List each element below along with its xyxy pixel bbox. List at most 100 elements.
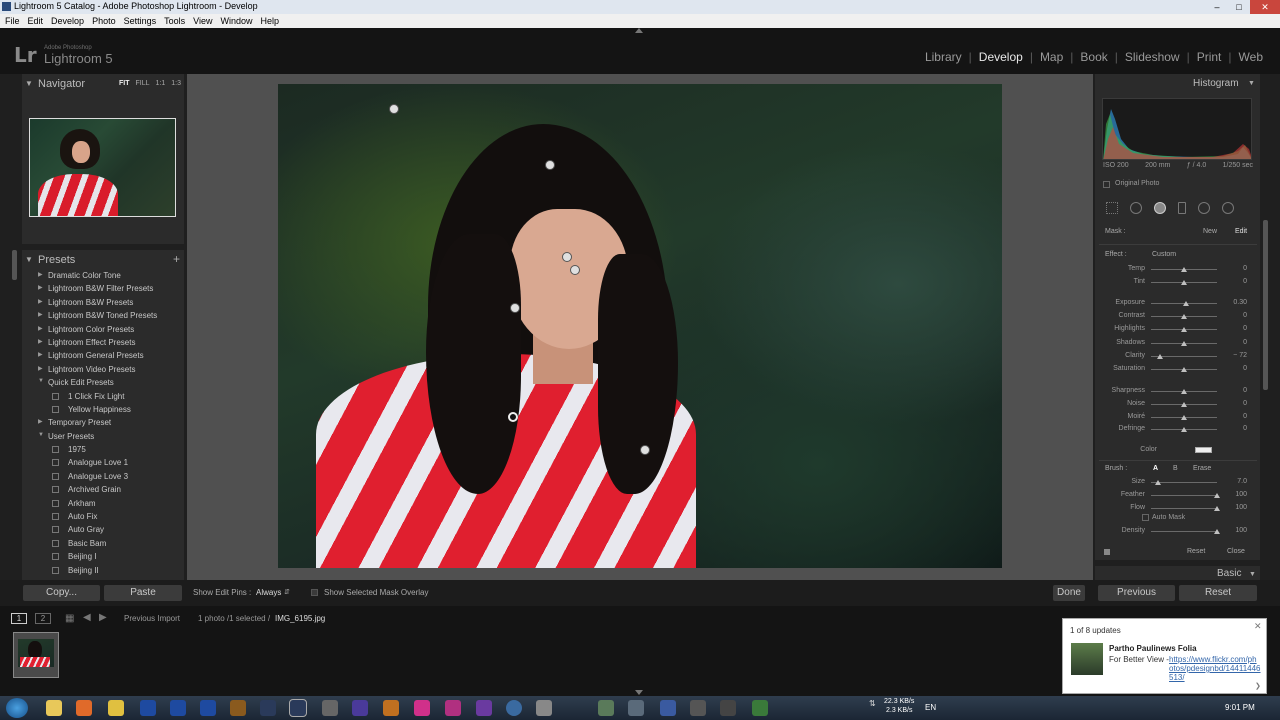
exposure-value[interactable]: 0.30 (1227, 299, 1247, 306)
brush-erase-button[interactable]: Erase (1193, 465, 1211, 472)
selected-edit-pin[interactable] (508, 412, 518, 422)
brush-b-button[interactable]: B (1173, 465, 1178, 472)
notification-close-icon[interactable]: ✕ (1254, 621, 1262, 632)
edit-pin[interactable] (570, 265, 580, 275)
collapsed-triangle-icon[interactable]: ▶ (38, 298, 43, 305)
module-map[interactable]: Map (1033, 50, 1070, 64)
paste-button[interactable]: Paste (104, 585, 182, 601)
collapsed-triangle-icon[interactable]: ▶ (38, 351, 43, 358)
flow-value[interactable]: 100 (1227, 504, 1247, 511)
collapsed-triangle-icon[interactable]: ▶ (38, 311, 43, 318)
language-indicator[interactable]: EN (925, 703, 936, 712)
preset-item[interactable]: Analogue Love 1 (22, 456, 184, 469)
basic-panel-title[interactable]: Basic (1217, 568, 1241, 579)
menu-help[interactable]: Help (261, 14, 280, 28)
mask-overlay-checkbox[interactable] (311, 589, 318, 596)
effect-preset-select[interactable]: Custom (1152, 251, 1176, 258)
edit-pin[interactable] (510, 303, 520, 313)
maximize-button[interactable]: □ (1228, 0, 1250, 14)
collapsed-triangle-icon[interactable]: ▶ (38, 338, 43, 345)
add-preset-icon[interactable]: + (173, 252, 180, 266)
back-arrow-icon[interactable]: ◀ (83, 612, 91, 623)
app-icon[interactable] (752, 700, 768, 716)
forward-arrow-icon[interactable]: ▶ (99, 612, 107, 623)
defringe-value[interactable]: 0 (1227, 425, 1247, 432)
main-photo[interactable] (278, 84, 1002, 568)
temp-value[interactable]: 0 (1227, 265, 1247, 272)
filename-label[interactable]: IMG_6195.jpg (275, 614, 325, 623)
brush-reset-button[interactable]: Reset (1187, 548, 1205, 555)
zoom-1-3[interactable]: 1:3 (171, 80, 181, 87)
noise-value[interactable]: 0 (1227, 400, 1247, 407)
menu-settings[interactable]: Settings (124, 14, 157, 28)
preset-folder[interactable]: ▶ Lightroom Video Presets (22, 363, 184, 376)
density-slider-track[interactable] (1151, 531, 1217, 532)
top-panel-toggle-icon[interactable] (635, 28, 643, 33)
module-slideshow[interactable]: Slideshow (1118, 50, 1187, 64)
preset-folder[interactable]: ▶ Lightroom B&W Filter Presets (22, 282, 184, 295)
copy-button[interactable]: Copy... (23, 585, 100, 601)
saturation-value[interactable]: 0 (1227, 365, 1247, 372)
contrast-slider-thumb[interactable] (1181, 314, 1187, 319)
highlights-slider-thumb[interactable] (1181, 327, 1187, 332)
app-icon[interactable] (628, 700, 644, 716)
expanded-triangle-icon[interactable]: ▼ (38, 432, 44, 438)
collapse-triangle-icon[interactable]: ▼ (1249, 571, 1256, 578)
filmstrip-toggle-icon[interactable] (635, 690, 643, 695)
collapsed-triangle-icon[interactable]: ▶ (38, 365, 43, 372)
menu-view[interactable]: View (193, 14, 212, 28)
preset-item[interactable]: Beijing II (22, 564, 184, 577)
app-icon[interactable] (506, 700, 522, 716)
preset-item[interactable]: Analogue Love 3 (22, 470, 184, 483)
photoshop-icon[interactable] (140, 700, 156, 716)
crop-tool-icon[interactable] (1106, 202, 1118, 214)
preset-folder[interactable]: ▶ Temporary Preset (22, 416, 184, 429)
exposure-slider-thumb[interactable] (1182, 301, 1189, 306)
collapse-triangle-icon[interactable]: ▼ (1248, 80, 1255, 87)
histogram-graph[interactable] (1102, 98, 1252, 160)
menu-window[interactable]: Window (221, 14, 253, 28)
preset-folder[interactable]: ▶ Lightroom B&W Toned Presets (22, 309, 184, 322)
graduated-filter-icon[interactable] (1178, 202, 1186, 214)
highlights-value[interactable]: 0 (1227, 325, 1247, 332)
view-1-button[interactable]: 1 (11, 613, 27, 624)
lightroom-active-icon[interactable] (289, 699, 307, 717)
next-arrow-icon[interactable]: ❯ (1255, 682, 1261, 690)
density-value[interactable]: 100 (1227, 527, 1247, 534)
color-swatch[interactable] (1195, 447, 1212, 453)
adjustment-brush-icon[interactable] (1222, 202, 1234, 214)
sharpness-slider-thumb[interactable] (1181, 389, 1187, 394)
menu-develop[interactable]: Develop (51, 14, 84, 28)
menu-tools[interactable]: Tools (164, 14, 185, 28)
feather-slider-thumb[interactable] (1214, 493, 1220, 498)
view-2-button[interactable]: 2 (35, 613, 51, 624)
module-print[interactable]: Print (1190, 50, 1229, 64)
tint-slider-thumb[interactable] (1181, 280, 1187, 285)
defringe-slider-thumb[interactable] (1181, 427, 1187, 432)
notification-link[interactable]: https://www.flickr.com/photos/pdesignbd/… (1169, 655, 1261, 682)
collapsed-triangle-icon[interactable]: ▶ (38, 325, 43, 332)
feather-slider-track[interactable] (1151, 495, 1217, 496)
edit-pin[interactable] (640, 445, 650, 455)
app-icon[interactable] (720, 700, 736, 716)
preset-item[interactable]: Auto Gray (22, 523, 184, 536)
module-develop[interactable]: Develop (972, 50, 1030, 64)
done-button[interactable]: Done (1053, 585, 1085, 601)
zoom-1-1[interactable]: 1:1 (156, 80, 166, 87)
preset-item[interactable]: Archived Grain (22, 483, 184, 496)
bridge-icon[interactable] (230, 700, 246, 716)
firefox-icon[interactable] (76, 700, 92, 716)
saturation-slider-thumb[interactable] (1181, 367, 1187, 372)
noise-slider-thumb[interactable] (1181, 402, 1187, 407)
photoshop-icon[interactable] (200, 700, 216, 716)
brush-close-button[interactable]: Close (1227, 548, 1245, 555)
clarity-slider-thumb[interactable] (1157, 354, 1164, 359)
reset-button[interactable]: Reset (1179, 585, 1257, 601)
radial-filter-icon[interactable] (1198, 202, 1210, 214)
preset-item[interactable]: Auto Fix (22, 510, 184, 523)
clock[interactable]: 9:01 PM (1225, 703, 1255, 712)
edit-pin[interactable] (389, 104, 399, 114)
premiere-icon[interactable] (476, 700, 492, 716)
shadows-slider-thumb[interactable] (1181, 341, 1187, 346)
grid-view-icon[interactable]: ▦ (65, 613, 74, 624)
